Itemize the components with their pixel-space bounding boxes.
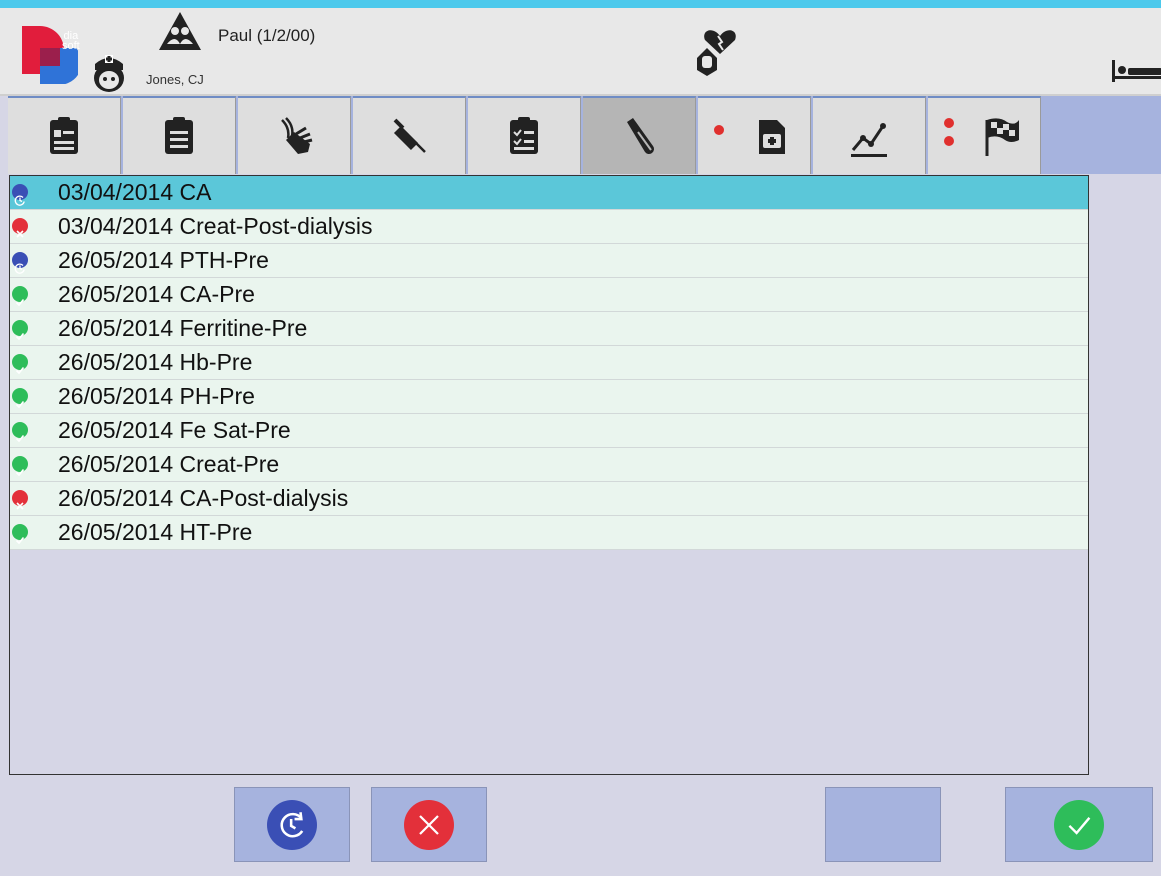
nurse-name: Jones, CJ xyxy=(146,72,204,87)
completed-status-icon xyxy=(12,354,28,375)
lab-order-label: 26/05/2014 Creat-Pre xyxy=(58,451,280,477)
tab-bar xyxy=(8,96,1161,174)
completed-status-icon xyxy=(12,388,28,409)
tab-clipboard[interactable] xyxy=(123,96,236,174)
tab-test-tube[interactable] xyxy=(583,96,696,174)
lab-order-row[interactable]: 26/05/2014 Creat-Pre xyxy=(10,448,1088,482)
syringe-icon xyxy=(393,118,426,153)
lab-order-label: 26/05/2014 CA-Post-dialysis xyxy=(58,485,349,511)
patient-icon[interactable] xyxy=(158,10,202,52)
lab-order-label: 26/05/2014 CA-Pre xyxy=(58,281,255,307)
blank-button[interactable] xyxy=(825,787,941,862)
checklist-icon xyxy=(510,117,538,154)
lab-order-label: 03/04/2014 CA xyxy=(58,179,212,205)
tab-hand-vessel[interactable] xyxy=(238,96,351,174)
tab-trend-chart[interactable] xyxy=(813,96,926,174)
reschedule-button[interactable] xyxy=(234,787,350,862)
medical-document-icon xyxy=(759,120,785,154)
lab-order-label: 03/04/2014 Creat-Post-dialysis xyxy=(58,213,373,239)
lab-order-row[interactable]: 26/05/2014 PTH-Pre xyxy=(10,244,1088,278)
checkered-flag-icon xyxy=(985,118,1019,156)
lab-order-label: 26/05/2014 Ferritine-Pre xyxy=(58,315,308,341)
completed-status-icon xyxy=(12,456,28,477)
lab-order-row[interactable]: 26/05/2014 Hb-Pre xyxy=(10,346,1088,380)
top-accent-bar xyxy=(0,0,1161,8)
trend-chart-icon xyxy=(851,123,887,157)
completed-status-icon xyxy=(12,286,28,307)
clock-refresh-icon xyxy=(267,799,317,850)
lab-order-label: 26/05/2014 Fe Sat-Pre xyxy=(58,417,291,443)
notification-dot xyxy=(944,136,954,146)
completed-status-icon xyxy=(12,422,28,443)
lab-order-row[interactable]: 26/05/2014 CA-Post-dialysis xyxy=(10,482,1088,516)
lab-order-row[interactable]: 03/04/2014 CA xyxy=(10,176,1088,210)
diasoft-logo: dia soft xyxy=(22,26,82,85)
tab-checkered-flag[interactable] xyxy=(928,96,1041,174)
cancelled-status-icon xyxy=(12,490,28,510)
lab-order-row[interactable]: 26/05/2014 Ferritine-Pre xyxy=(10,312,1088,346)
lab-order-row[interactable]: 26/05/2014 HT-Pre xyxy=(10,516,1088,550)
bed-icon[interactable] xyxy=(1112,60,1161,82)
cancel-button[interactable] xyxy=(371,787,487,862)
tab-medical-document[interactable] xyxy=(698,96,811,174)
cancelled-status-icon xyxy=(12,218,28,238)
tab-syringe[interactable] xyxy=(353,96,466,174)
lab-order-list[interactable]: 03/04/2014 CA 03/04/2014 Creat-Post-dialy… xyxy=(9,175,1089,775)
pending-status-icon xyxy=(12,184,28,206)
lab-order-row[interactable]: 26/05/2014 CA-Pre xyxy=(10,278,1088,312)
clipboard-icon xyxy=(165,117,193,154)
lab-order-row[interactable]: 26/05/2014 PH-Pre xyxy=(10,380,1088,414)
lab-order-label: 26/05/2014 PH-Pre xyxy=(58,383,255,409)
lab-order-label: 26/05/2014 Hb-Pre xyxy=(58,349,253,375)
pending-status-icon xyxy=(12,252,28,274)
alert-hand-heart-icon[interactable] xyxy=(693,18,747,76)
notification-dot xyxy=(714,125,724,135)
lab-order-row[interactable]: 03/04/2014 Creat-Post-dialysis xyxy=(10,210,1088,244)
notification-dot xyxy=(944,118,954,128)
tab-checklist[interactable] xyxy=(468,96,581,174)
patient-name: Paul (1/2/00) xyxy=(218,26,316,45)
completed-status-icon xyxy=(12,524,28,545)
check-icon xyxy=(1054,799,1104,850)
lab-order-label: 26/05/2014 PTH-Pre xyxy=(58,247,269,273)
nurse-icon[interactable] xyxy=(90,50,128,94)
tab-patient-card[interactable] xyxy=(8,96,121,174)
lab-order-row[interactable]: 26/05/2014 Fe Sat-Pre xyxy=(10,414,1088,448)
lab-order-label: 26/05/2014 HT-Pre xyxy=(58,519,253,545)
patient-card-icon xyxy=(50,117,78,154)
header: dia soft Paul (1/2/00) Jones, CJ xyxy=(0,8,1161,96)
hand-vessel-icon xyxy=(281,117,313,154)
close-icon xyxy=(404,799,454,850)
confirm-button[interactable] xyxy=(1005,787,1153,862)
logo-text: dia soft xyxy=(62,30,80,52)
completed-status-icon xyxy=(12,320,28,341)
test-tube-icon xyxy=(627,118,654,154)
